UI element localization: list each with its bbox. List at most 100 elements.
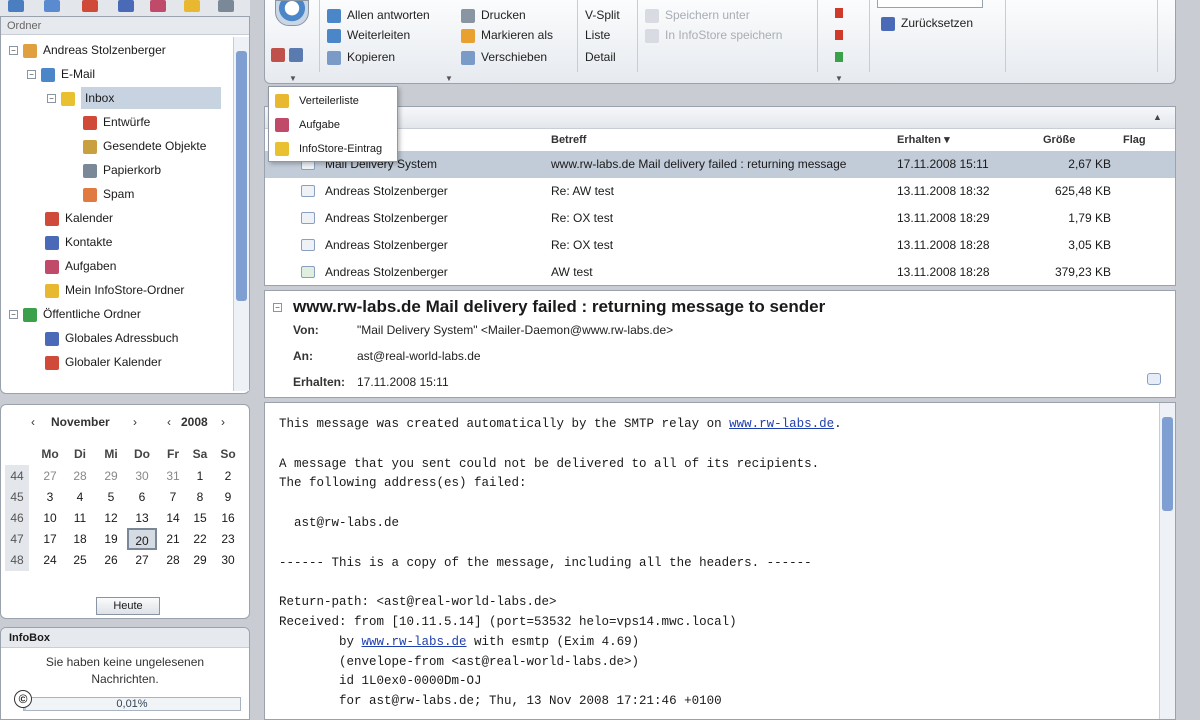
flags-dropdown-arrow[interactable]: ▼ [835, 74, 843, 83]
new-item-icon[interactable] [271, 48, 285, 62]
calendar-month[interactable]: November [51, 415, 110, 429]
calendar-day[interactable]: 5 [96, 486, 126, 508]
column-received[interactable]: Erhalten ▾ [897, 130, 950, 150]
infostore-app-icon[interactable] [184, 0, 200, 12]
prev-month-button[interactable]: ‹ [31, 415, 35, 429]
flag-red-icon-2[interactable] [835, 30, 843, 40]
attachment-icon[interactable] [1147, 373, 1161, 385]
tree-toggle[interactable]: − [9, 46, 18, 56]
folder-papierkorb[interactable]: Papierkorb [83, 159, 161, 181]
calendar-day[interactable]: 28 [65, 465, 95, 487]
calendar-day[interactable]: 7 [158, 486, 188, 508]
mail-row[interactable]: Andreas Stolzenberger AW test 13.11.2008 1… [265, 259, 1175, 286]
search-field[interactable] [877, 0, 983, 8]
calendar-day[interactable]: 24 [35, 549, 65, 571]
folder-aufgaben[interactable]: Aufgaben [45, 255, 116, 277]
calendar-day[interactable]: 3 [35, 486, 65, 508]
next-month-button[interactable]: › [133, 415, 137, 429]
actions-dropdown-arrow[interactable]: ▼ [445, 74, 453, 83]
calendar-day[interactable]: 27 [127, 549, 157, 571]
folder-entwürfe[interactable]: Entwürfe [83, 111, 150, 133]
reply-all-button[interactable]: Allen antworten [327, 6, 430, 24]
calendar-day[interactable]: 29 [96, 465, 126, 487]
next-year-button[interactable]: › [221, 415, 225, 429]
column-flag[interactable]: Flag [1123, 130, 1146, 150]
tree-toggle[interactable]: − [27, 70, 36, 80]
folder-gesendete-objekte[interactable]: Gesendete Objekte [83, 135, 206, 157]
copy-button[interactable]: Kopieren [327, 48, 395, 66]
calendar-week-number[interactable]: 46 [5, 507, 29, 529]
folder-andreas-stolzenberger[interactable]: − Andreas Stolzenberger [9, 39, 166, 61]
folder-globaler-kalender[interactable]: Globaler Kalender [45, 351, 162, 373]
folder-öffentliche-ordner[interactable]: − Öffentliche Ordner [9, 303, 141, 325]
calendar-day[interactable]: 1 [185, 465, 215, 487]
calendar-year[interactable]: 2008 [181, 415, 208, 429]
calendar-day[interactable]: 19 [96, 528, 126, 550]
calendar-week-number[interactable]: 44 [5, 465, 29, 487]
settings-app-icon[interactable] [218, 0, 234, 12]
print-button[interactable]: Drucken [461, 6, 526, 24]
calendar-day[interactable]: 30 [213, 549, 243, 571]
calendar-day[interactable]: 22 [185, 528, 215, 550]
calendar-day[interactable]: 12 [96, 507, 126, 529]
folder-scrollbar-thumb[interactable] [236, 51, 247, 301]
tasks-app-icon[interactable] [150, 0, 166, 12]
menu-item-infostore-entry[interactable]: InfoStore-Eintrag [275, 139, 382, 159]
calendar-week-number[interactable]: 45 [5, 486, 29, 508]
body-scrollbar[interactable] [1159, 403, 1175, 719]
calendar-day[interactable]: 8 [185, 486, 215, 508]
tree-toggle[interactable]: − [47, 94, 56, 104]
calendar-day[interactable]: 31 [158, 465, 188, 487]
calendar-day[interactable]: 29 [185, 549, 215, 571]
today-button[interactable]: Heute [96, 597, 160, 615]
save-to-infostore-button[interactable]: In InfoStore speichern [645, 26, 782, 44]
folder-spam[interactable]: Spam [83, 183, 134, 205]
calendar-day[interactable]: 27 [35, 465, 65, 487]
calendar-day[interactable]: 20 [127, 528, 157, 550]
folder-kontakte[interactable]: Kontakte [45, 231, 112, 253]
calendar-day[interactable]: 25 [65, 549, 95, 571]
folder-e-mail[interactable]: − E-Mail [27, 63, 95, 85]
flag-green-icon[interactable] [835, 52, 843, 62]
calendar-day[interactable]: 23 [213, 528, 243, 550]
view-vsplit-button[interactable]: V-Split [585, 6, 620, 24]
calendar-day[interactable]: 16 [213, 507, 243, 529]
calendar-day[interactable]: 11 [65, 507, 95, 529]
calendar-week-number[interactable]: 48 [5, 549, 29, 571]
tree-toggle[interactable]: − [9, 310, 18, 320]
column-size[interactable]: Größe [1043, 130, 1075, 150]
mail-app-icon[interactable] [8, 0, 24, 12]
calendar-day[interactable]: 17 [35, 528, 65, 550]
calendar-day[interactable]: 18 [65, 528, 95, 550]
collapse-icon[interactable]: ▲ [1153, 112, 1162, 122]
folder-kalender[interactable]: Kalender [45, 207, 113, 229]
from-value[interactable]: "Mail Delivery System" <Mailer-Daemon@ww… [357, 323, 673, 337]
folder-mein-infostore-ordner[interactable]: Mein InfoStore-Ordner [45, 279, 184, 301]
view-list-button[interactable]: Liste [585, 26, 610, 44]
calendar-day[interactable]: 6 [127, 486, 157, 508]
calendar-day[interactable]: 10 [35, 507, 65, 529]
calendar-day[interactable]: 28 [158, 549, 188, 571]
prev-year-button[interactable]: ‹ [167, 415, 171, 429]
calendar-week-number[interactable]: 47 [5, 528, 29, 550]
calendar-day[interactable]: 21 [158, 528, 188, 550]
calendar-day[interactable]: 13 [127, 507, 157, 529]
mail-row[interactable]: Andreas Stolzenberger Re: AW test 13.11.20… [265, 178, 1175, 205]
calendar-day[interactable]: 9 [213, 486, 243, 508]
new-item-small-icon[interactable] [289, 48, 303, 62]
calendar-day[interactable]: 15 [185, 507, 215, 529]
move-button[interactable]: Verschieben [461, 48, 547, 66]
flag-red-icon[interactable] [835, 8, 843, 18]
mark-as-button[interactable]: Markieren als [461, 26, 553, 44]
rw-labs-link[interactable]: www.rw-labs.de [729, 417, 834, 431]
new-mail-icon[interactable] [275, 0, 309, 26]
forward-button[interactable]: Weiterleiten [327, 26, 410, 44]
view-detail-button[interactable]: Detail [585, 48, 616, 66]
menu-item-distribution-list[interactable]: Verteilerliste [275, 91, 359, 111]
vertical-splitter[interactable] [255, 0, 263, 720]
mail-row[interactable]: Andreas Stolzenberger Re: OX test 13.11.20… [265, 232, 1175, 259]
calendar-day[interactable]: 14 [158, 507, 188, 529]
mail-row[interactable]: Mail Delivery System www.rw-labs.de Mail … [265, 151, 1175, 178]
to-value[interactable]: ast@real-world-labs.de [357, 349, 481, 363]
new-dropdown-arrow[interactable]: ▼ [289, 74, 297, 83]
